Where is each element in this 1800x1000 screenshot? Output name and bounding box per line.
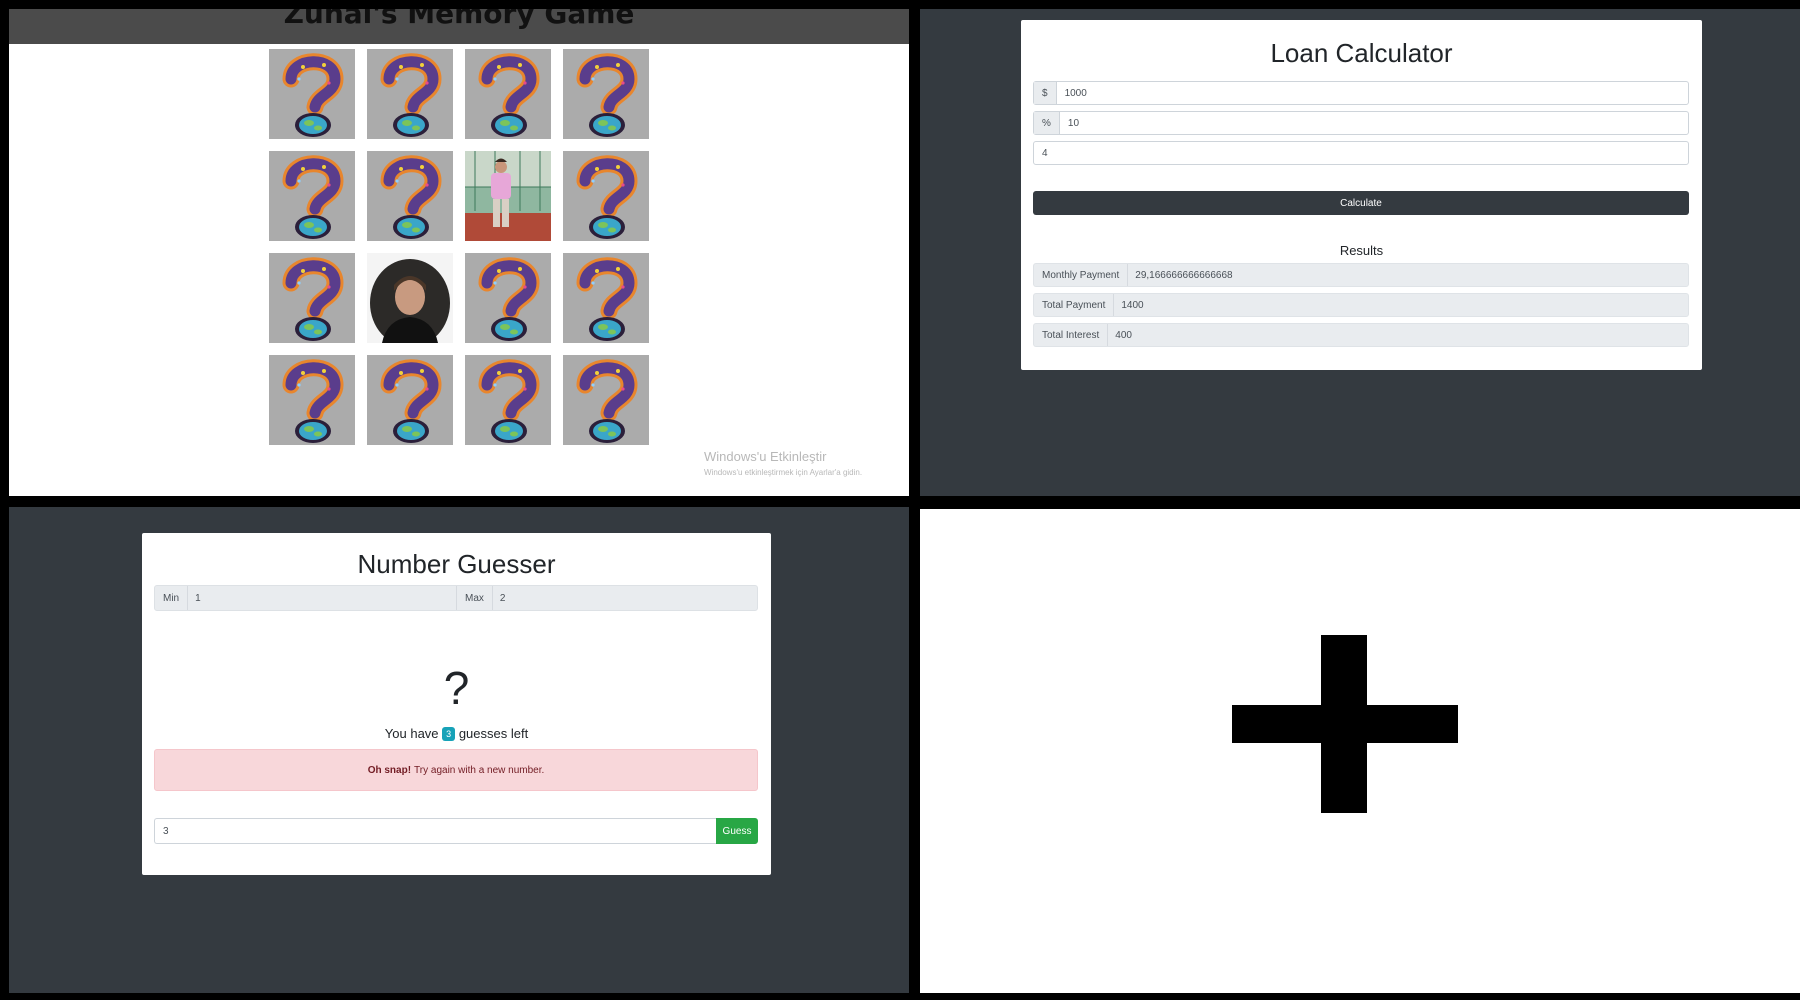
memory-card-hidden[interactable]: [563, 253, 649, 343]
memory-game-panel: Zuhal's Memory Game Windows'u Etkinleşti…: [9, 9, 909, 496]
max-label: Max: [457, 586, 493, 610]
memory-card-hidden[interactable]: [367, 49, 453, 139]
min-label: Min: [155, 586, 189, 610]
total-payment-value: 1400: [1121, 299, 1144, 311]
memory-card-revealed[interactable]: [367, 253, 453, 343]
total-interest-label: Total Interest: [1034, 324, 1109, 346]
total-interest-row: Total Interest 400: [1033, 323, 1689, 347]
memory-card-hidden[interactable]: [563, 49, 649, 139]
activation-subtitle: Windows'u etkinleştirmek için Ayarlar'a …: [704, 468, 863, 477]
guesses-suffix: guesses left: [458, 726, 529, 741]
monthly-payment-value: 29,166666666666668: [1135, 269, 1233, 281]
memory-card-hidden[interactable]: [367, 355, 453, 445]
years-input[interactable]: [1034, 142, 1688, 164]
mystery-number: ?: [443, 662, 470, 714]
plus-icon-horizontal-bar: [1232, 705, 1458, 743]
interest-input[interactable]: [1059, 112, 1688, 134]
question-mark-icon: [563, 151, 649, 241]
number-guesser-card: Number Guesser Min 1 Max 2 ? You have 3 …: [142, 533, 771, 875]
guess-button[interactable]: Guess: [716, 818, 758, 844]
memory-card-hidden[interactable]: [269, 151, 355, 241]
question-mark-icon: [563, 49, 649, 139]
question-mark-icon: [465, 253, 551, 343]
monthly-payment-label: Monthly Payment: [1034, 264, 1129, 286]
memory-card-grid: [269, 49, 659, 459]
memory-card-hidden[interactable]: [269, 49, 355, 139]
loan-calculator-title: Loan Calculator: [1270, 38, 1453, 68]
activation-title: Windows'u Etkinleştir: [704, 449, 827, 464]
memory-card-hidden[interactable]: [269, 253, 355, 343]
loan-amount-group: $: [1033, 81, 1689, 105]
memory-game-title: Zuhal's Memory Game: [283, 9, 635, 30]
question-mark-icon: [367, 355, 453, 445]
guess-input[interactable]: [154, 818, 716, 844]
question-mark-icon: [269, 253, 355, 343]
memory-card-hidden[interactable]: [465, 49, 551, 139]
total-payment-row: Total Payment 1400: [1033, 293, 1689, 317]
question-mark-icon: [367, 49, 453, 139]
memory-card-revealed[interactable]: [465, 151, 551, 241]
monthly-payment-row: Monthly Payment 29,166666666666668: [1033, 263, 1689, 287]
question-mark-icon: [563, 355, 649, 445]
memory-card-hidden[interactable]: [465, 355, 551, 445]
number-guesser-title: Number Guesser: [357, 549, 556, 579]
question-mark-icon: [465, 49, 551, 139]
error-alert: Oh snap! Try again with a new number.: [154, 749, 758, 791]
results-heading: Results: [1339, 243, 1384, 258]
question-mark-icon: [269, 355, 355, 445]
question-mark-icon: [269, 49, 355, 139]
total-interest-value: 400: [1115, 329, 1132, 341]
min-value: 1: [195, 592, 201, 604]
years-group: [1033, 141, 1689, 165]
memory-card-hidden[interactable]: [465, 253, 551, 343]
total-payment-label: Total Payment: [1034, 294, 1115, 316]
range-row: Min 1 Max 2: [154, 585, 758, 611]
add-panel[interactable]: [920, 509, 1800, 993]
alert-message: Try again with a new number.: [414, 764, 545, 776]
memory-card-hidden[interactable]: [563, 151, 649, 241]
percent-addon: %: [1034, 112, 1060, 134]
memory-card-hidden[interactable]: [367, 151, 453, 241]
windows-activation-watermark: Windows'u Etkinleştir Windows'u etkinleş…: [704, 449, 862, 477]
interest-group: %: [1033, 111, 1689, 135]
guesses-count-badge: 3: [442, 727, 456, 741]
memory-game-header: Zuhal's Memory Game: [9, 9, 909, 44]
max-value: 2: [499, 592, 506, 604]
loan-calculator-panel: Loan Calculator $ % Calculate Results Mo…: [920, 9, 1800, 496]
min-cell: Min 1: [155, 586, 457, 610]
question-mark-icon: [367, 151, 453, 241]
guesses-prefix: You have: [384, 726, 439, 741]
card-photo: [465, 151, 551, 241]
question-mark-icon: [465, 355, 551, 445]
loan-calculator-card: Loan Calculator $ % Calculate Results Mo…: [1021, 20, 1702, 370]
number-guesser-panel: Number Guesser Min 1 Max 2 ? You have 3 …: [9, 507, 909, 993]
memory-card-hidden[interactable]: [563, 355, 649, 445]
question-mark-icon: [563, 253, 649, 343]
memory-card-hidden[interactable]: [269, 355, 355, 445]
alert-heading: Oh snap!: [367, 764, 412, 776]
card-photo: [367, 253, 453, 343]
calculate-button[interactable]: Calculate: [1033, 191, 1689, 215]
max-cell: Max 2: [457, 586, 757, 610]
guess-input-row: Guess: [154, 818, 758, 844]
guesses-left-text: You have 3 guesses left: [142, 726, 771, 741]
question-mark-icon: [269, 151, 355, 241]
loan-amount-input[interactable]: [1056, 82, 1688, 104]
dollar-addon: $: [1034, 82, 1057, 104]
